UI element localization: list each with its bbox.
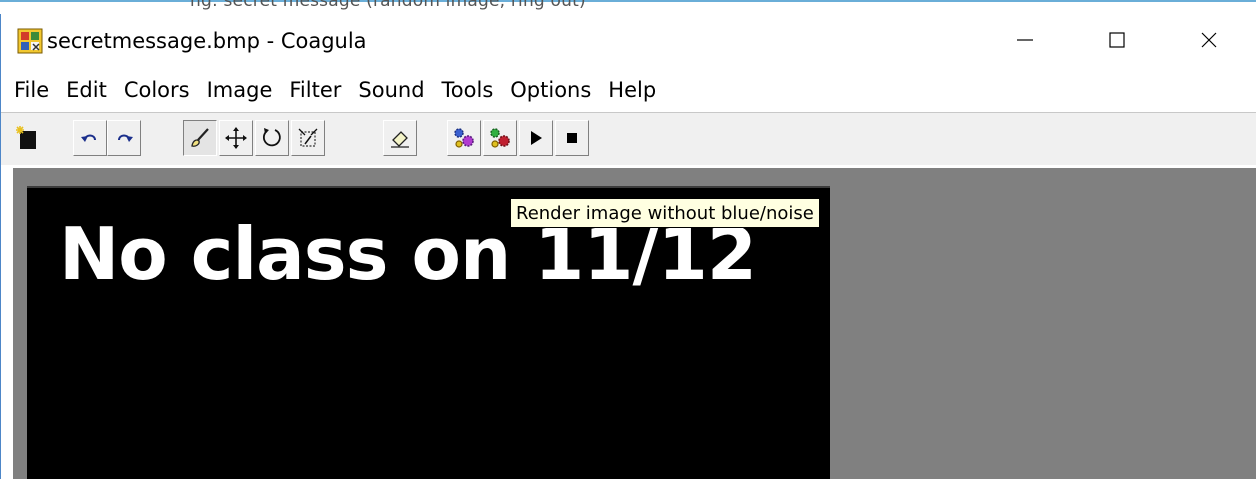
render-noise-icon: [490, 128, 510, 148]
transform-tool-button[interactable]: [291, 120, 325, 156]
new-image-button[interactable]: [11, 120, 45, 156]
background-window-edge: [0, 0, 1256, 2]
redo-button[interactable]: [107, 120, 141, 156]
image-canvas[interactable]: No class on 11/12: [27, 186, 830, 479]
menu-colors[interactable]: Colors: [117, 78, 197, 102]
rotate-icon: [262, 128, 281, 147]
tooltip: Render image without blue/noise: [510, 198, 820, 228]
eraser-icon: [391, 131, 409, 148]
eraser-tool-button[interactable]: [383, 120, 417, 156]
menu-tools[interactable]: Tools: [435, 78, 501, 102]
redo-icon: [118, 134, 133, 142]
window-title: secretmessage.bmp - Coagula: [47, 29, 367, 53]
render-icon: [454, 128, 474, 148]
menu-image[interactable]: Image: [200, 78, 280, 102]
menu-bar: File Edit Colors Image Filter Sound Tool…: [1, 70, 1256, 110]
menu-filter[interactable]: Filter: [282, 78, 348, 102]
coagula-app-icon: [17, 28, 43, 54]
brush-icon: [191, 128, 209, 147]
transform-icon: [298, 128, 318, 147]
menu-help[interactable]: Help: [601, 78, 663, 102]
close-button[interactable]: [1163, 14, 1255, 66]
play-button[interactable]: [519, 120, 553, 156]
stop-button[interactable]: [555, 120, 589, 156]
minimize-icon: [1017, 39, 1033, 41]
minimize-button[interactable]: [979, 14, 1071, 66]
move-tool-button[interactable]: [219, 120, 253, 156]
undo-button[interactable]: [73, 120, 107, 156]
menu-options[interactable]: Options: [503, 78, 598, 102]
coagula-window: secretmessage.bmp - Coagula File Edit Co…: [0, 14, 1256, 479]
title-bar[interactable]: secretmessage.bmp - Coagula: [1, 14, 1256, 70]
stop-icon: [567, 133, 577, 143]
render-button[interactable]: [447, 120, 481, 156]
canvas-edge: [27, 186, 830, 188]
menu-sound[interactable]: Sound: [351, 78, 431, 102]
move-icon: [225, 127, 247, 149]
maximize-button[interactable]: [1071, 14, 1163, 66]
close-icon: [1201, 32, 1217, 48]
maximize-icon: [1109, 32, 1125, 48]
background-window-strip: ng: secret message (random image, ring o…: [0, 0, 1256, 14]
menu-edit[interactable]: Edit: [59, 78, 114, 102]
undo-icon: [81, 134, 96, 142]
render-without-blue-noise-button[interactable]: [483, 120, 517, 156]
new-image-icon: [16, 126, 36, 149]
play-icon: [531, 131, 542, 145]
toolbar: [1, 112, 1256, 165]
rotate-tool-button[interactable]: [255, 120, 289, 156]
brush-tool-button[interactable]: [183, 120, 217, 156]
background-window-text: ng: secret message (random image, ring o…: [190, 0, 586, 11]
menu-file[interactable]: File: [7, 78, 56, 102]
